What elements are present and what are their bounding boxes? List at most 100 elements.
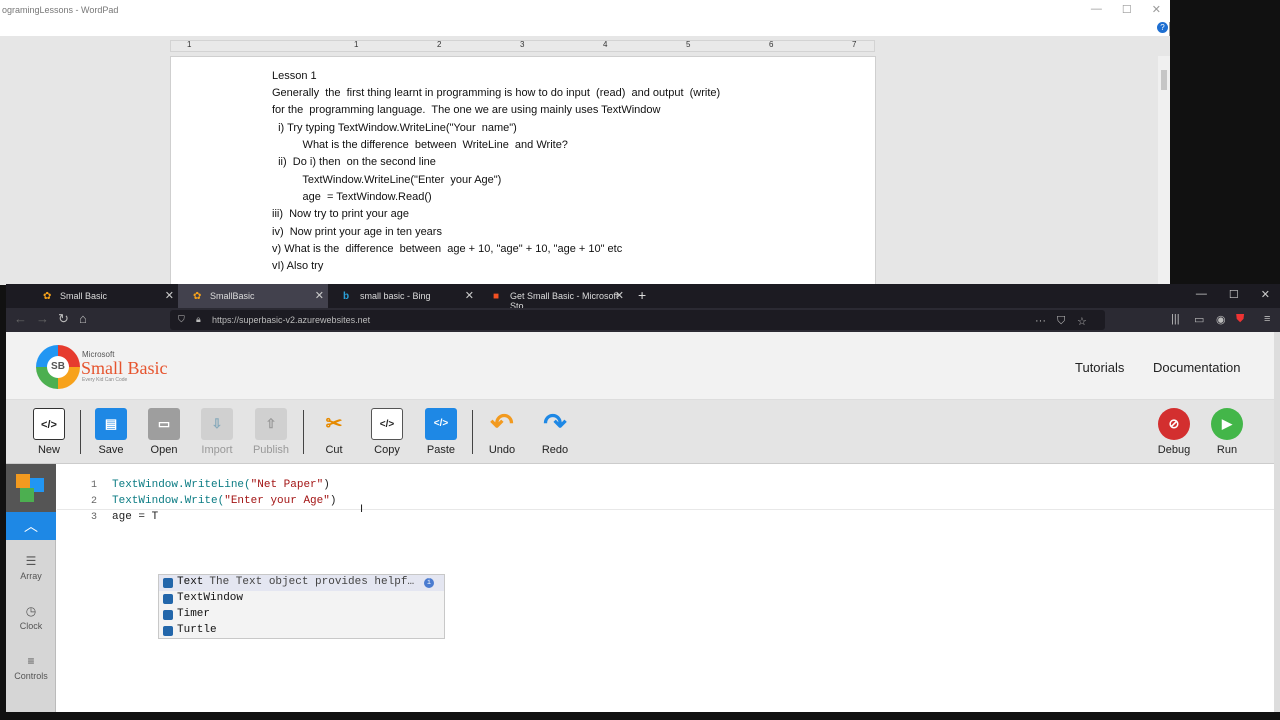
wordpad-scrollbar[interactable] — [1158, 56, 1170, 285]
autocomplete-item[interactable]: Text The Text object provides helpf… i — [159, 575, 444, 591]
tab-strip: ✿ Small Basic ✕ ✿ SmallBasic ✕ b small b… — [6, 284, 1280, 311]
logo[interactable]: SB — [36, 345, 80, 389]
page-actions-icon[interactable]: ··· — [1035, 315, 1046, 327]
close-button[interactable]: ✕ — [1152, 3, 1161, 16]
sidebar-item-array[interactable]: ☰ Array — [6, 554, 56, 581]
doc-line: iv) Now print your age in ten years — [272, 226, 442, 238]
close-icon[interactable]: ✕ — [465, 289, 474, 302]
copy-label: Copy — [374, 444, 400, 456]
pocket-icon[interactable]: ⛉ — [1057, 315, 1065, 328]
paste-label: Paste — [426, 444, 456, 456]
code-method: .Write( — [178, 495, 225, 507]
forward-icon[interactable]: → — [36, 311, 49, 326]
smallbasic-icon: ✿ — [193, 291, 202, 302]
page-scrollbar[interactable] — [1274, 332, 1280, 720]
wordpad-title: ogramingLessons - WordPad — [0, 0, 1170, 22]
sidebar-item-clock[interactable]: ◷ Clock — [6, 604, 56, 631]
collapse-up-icon[interactable]: ︿ — [6, 512, 56, 540]
class-icon — [163, 578, 173, 588]
undo-icon: ↶ — [490, 408, 514, 439]
ruler-tick: 3 — [520, 40, 525, 49]
url-bar[interactable]: ⛉ 🔒︎ https://superbasic-v2.azurewebsites… — [170, 310, 1105, 330]
tab-bing[interactable]: b small basic - Bing ✕ — [328, 284, 478, 308]
autocomplete-item[interactable]: Turtle — [159, 623, 444, 639]
nav-tutorials[interactable]: Tutorials — [1075, 360, 1124, 375]
help-icon[interactable]: ? — [1157, 22, 1168, 33]
new-tab-button[interactable]: + — [638, 287, 646, 303]
info-icon[interactable]: i — [424, 578, 434, 588]
reload-icon[interactable]: ↻ — [58, 311, 69, 327]
nav-documentation[interactable]: Documentation — [1153, 360, 1240, 375]
run-button[interactable]: ▶ Run — [1205, 408, 1249, 456]
copy-button[interactable]: </> Copy — [365, 408, 409, 456]
tab-title: Small Basic — [60, 291, 108, 301]
new-button[interactable]: </> New — [27, 408, 71, 456]
autocomplete-desc: The Text object provides helpf… — [209, 576, 415, 588]
maximize-button[interactable]: ☐ — [1122, 3, 1132, 16]
close-icon[interactable]: ✕ — [165, 289, 174, 302]
line-number: 1 — [91, 480, 98, 491]
scroll-thumb[interactable] — [1161, 70, 1167, 90]
publish-button[interactable]: ⇧ Publish — [249, 408, 293, 456]
taskbar — [0, 712, 1280, 720]
autocomplete-item[interactable]: Timer — [159, 607, 444, 623]
doc-line: i) Try typing TextWindow.WriteLine("Your… — [272, 122, 517, 134]
publish-label: Publish — [252, 444, 290, 456]
code-icon: </> — [33, 408, 65, 440]
list-icon: ☰ — [25, 554, 37, 568]
library-icon[interactable]: ||| — [1171, 313, 1180, 325]
scissors-icon: ✂ — [325, 413, 343, 435]
class-icon — [163, 610, 173, 620]
code-line[interactable]: TextWindow.WriteLine("Net Paper") — [112, 479, 330, 491]
maximize-button[interactable]: ☐ — [1229, 288, 1239, 301]
bookmark-star-icon[interactable]: ☆ — [1077, 315, 1087, 328]
autocomplete-item[interactable]: TextWindow — [159, 591, 444, 607]
lock-icon[interactable]: 🔒︎ — [196, 314, 201, 325]
home-icon[interactable]: ⌂ — [79, 311, 87, 326]
doc-line: age = TextWindow.Read() — [272, 191, 432, 203]
code-string: "Enter your Age" — [224, 495, 330, 507]
close-button[interactable]: ✕ — [1261, 288, 1270, 301]
open-label: Open — [150, 444, 178, 456]
line-number: 2 — [91, 496, 98, 507]
close-icon[interactable]: ✕ — [615, 289, 624, 302]
minimize-button[interactable]: — — [1196, 288, 1207, 301]
redo-button[interactable]: ↷ Redo — [533, 408, 577, 456]
shield-icon[interactable]: ⛉ — [178, 314, 185, 325]
debug-button[interactable]: ⊘ Debug — [1152, 408, 1196, 456]
toolbar-divider — [472, 410, 473, 454]
tab-title: SmallBasic — [210, 291, 255, 301]
undo-button[interactable]: ↶ Undo — [480, 408, 524, 456]
code-line[interactable]: age = T — [112, 511, 158, 523]
ublock-icon[interactable]: ⛊ — [1236, 313, 1244, 326]
autocomplete-name: Text — [177, 576, 204, 588]
minimize-button[interactable]: — — [1091, 3, 1102, 16]
toolbar: </> New ▤ Save ▭ Open ⇩ Import ⇧ Publish — [6, 400, 1274, 464]
close-icon[interactable]: ✕ — [315, 289, 324, 302]
menu-icon[interactable]: ≡ — [1264, 313, 1270, 325]
doc-line: vI) Also try — [272, 260, 324, 272]
tab-smallbasic[interactable]: ✿ SmallBasic ✕ — [178, 284, 328, 308]
ruler[interactable]: 1 1 2 3 4 5 6 7 — [170, 40, 875, 52]
sidebar-item-controls[interactable]: ≡ Controls — [6, 654, 56, 681]
publish-icon: ⇧ — [255, 408, 287, 440]
code-line[interactable]: TextWindow.Write("Enter your Age") — [112, 495, 336, 507]
tab-small-basic[interactable]: ✿ Small Basic ✕ — [28, 284, 178, 308]
tab-microsoft-store[interactable]: ■ Get Small Basic - Microsoft Sto ✕ — [478, 284, 628, 311]
extension-icon[interactable]: ◉ — [1216, 313, 1226, 326]
sidebar-icon[interactable]: ▭ — [1194, 313, 1204, 326]
import-label: Import — [201, 444, 233, 456]
cut-label: Cut — [325, 444, 343, 456]
back-icon[interactable]: ← — [14, 311, 27, 326]
cubes-icon[interactable] — [6, 464, 56, 512]
cut-button[interactable]: ✂ Cut — [312, 408, 356, 456]
class-icon — [163, 626, 173, 636]
open-button[interactable]: ▭ Open — [142, 408, 186, 456]
save-button[interactable]: ▤ Save — [89, 408, 133, 456]
wordpad-window: ogramingLessons - WordPad — ☐ ✕ ? 1 1 2 … — [0, 0, 1170, 285]
ruler-tick: 7 — [852, 40, 857, 49]
paste-button[interactable]: </> Paste — [419, 408, 463, 456]
undo-label: Undo — [488, 444, 516, 456]
document-page[interactable]: Lesson 1 Generally the first thing learn… — [170, 56, 876, 285]
import-button[interactable]: ⇩ Import — [195, 408, 239, 456]
